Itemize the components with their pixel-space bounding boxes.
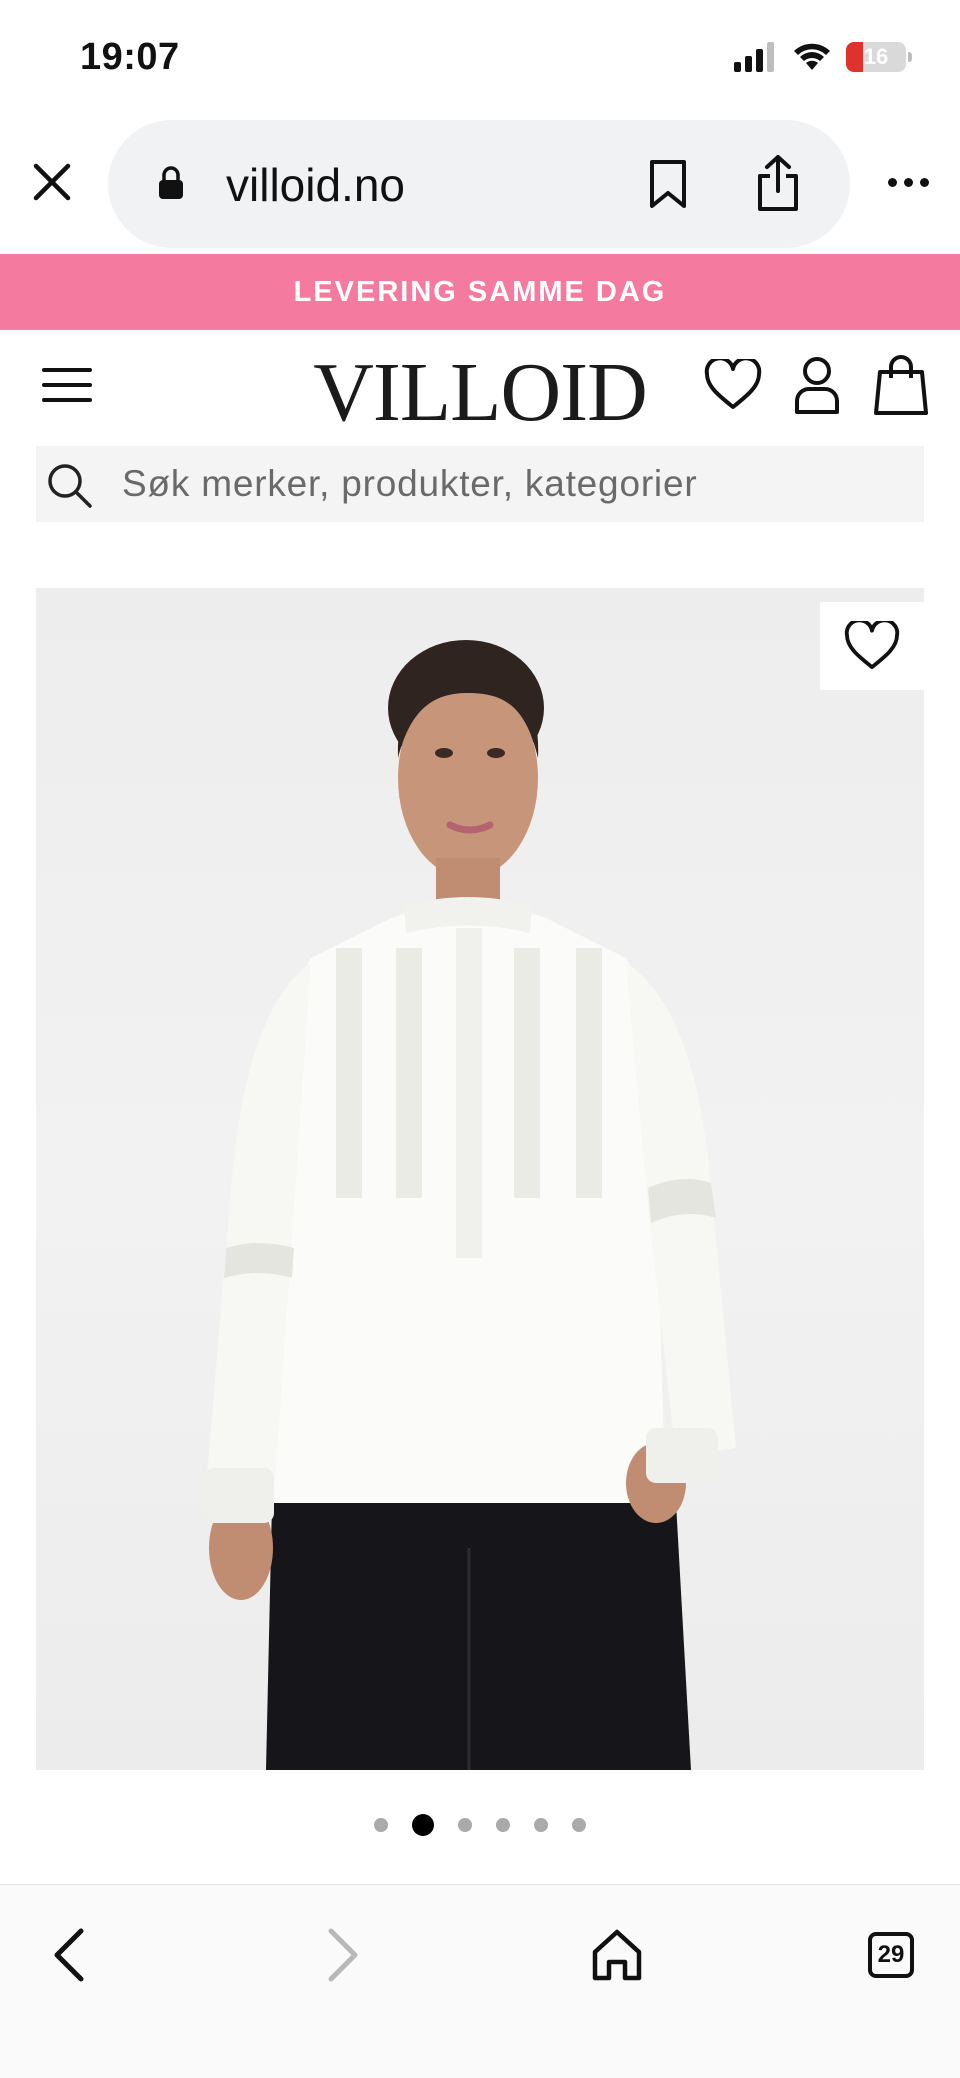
- share-button[interactable]: [746, 150, 810, 216]
- battery-icon: 16: [846, 42, 906, 72]
- carousel-dot[interactable]: [412, 1814, 434, 1836]
- product-wishlist-button[interactable]: [820, 602, 924, 690]
- close-button[interactable]: [24, 154, 80, 210]
- forward-button[interactable]: [308, 1915, 378, 1995]
- carousel-dot[interactable]: [458, 1818, 472, 1832]
- battery-level: 16: [863, 44, 889, 69]
- carousel-dot[interactable]: [496, 1818, 510, 1832]
- lock-icon: [159, 166, 183, 199]
- url-text: villoid.no: [226, 159, 405, 211]
- forward-icon: [328, 1928, 358, 1982]
- promo-text: LEVERING SAMME DAG: [293, 275, 667, 308]
- home-icon: [592, 1929, 642, 1981]
- tabs-button[interactable]: 29: [856, 1915, 926, 1995]
- status-icons: 16: [734, 42, 912, 72]
- back-button[interactable]: [34, 1915, 104, 1995]
- bookmark-button[interactable]: [638, 154, 698, 214]
- url-field[interactable]: villoid.no: [108, 120, 850, 248]
- heart-icon: [704, 359, 762, 409]
- header-actions: [702, 352, 932, 418]
- wishlist-header-button[interactable]: [702, 352, 764, 418]
- search-icon: [48, 464, 92, 508]
- browser-address-bar: villoid.no: [0, 118, 960, 252]
- user-icon: [795, 357, 839, 414]
- account-button[interactable]: [786, 352, 848, 418]
- search-placeholder: Søk merker, produkter, kategorier: [122, 463, 698, 504]
- carousel-dot[interactable]: [374, 1818, 388, 1832]
- more-button[interactable]: [878, 162, 938, 202]
- tab-count: 29: [877, 1941, 905, 1968]
- cellular-signal-icon: [734, 42, 774, 72]
- carousel-dot[interactable]: [534, 1818, 548, 1832]
- product-photo: [204, 640, 736, 1770]
- close-icon: [33, 163, 71, 201]
- cart-button[interactable]: [870, 352, 932, 418]
- carousel-dots: [0, 1810, 960, 1840]
- site-header: VILLOID: [0, 336, 960, 439]
- bookmark-icon: [650, 160, 686, 208]
- search-input[interactable]: Søk merker, produkter, kategorier: [36, 446, 924, 522]
- home-button[interactable]: [582, 1915, 652, 1995]
- menu-button[interactable]: [40, 362, 94, 408]
- site-logo[interactable]: VILLOID: [313, 346, 648, 439]
- back-icon: [54, 1928, 84, 1982]
- carousel-dot[interactable]: [572, 1818, 586, 1832]
- product-image[interactable]: [36, 588, 924, 1770]
- browser-toolbar: 29: [0, 1884, 960, 2078]
- share-icon: [758, 155, 798, 211]
- more-icon: [887, 177, 897, 187]
- heart-icon: [844, 621, 900, 670]
- wifi-icon: [794, 43, 830, 70]
- status-bar: 19:07 16: [0, 0, 960, 110]
- tabs-icon: 29: [868, 1932, 914, 1978]
- promo-banner[interactable]: LEVERING SAMME DAG: [0, 254, 960, 330]
- menu-icon: [42, 368, 92, 372]
- shopping-bag-icon: [874, 355, 928, 415]
- status-time: 19:07: [80, 36, 180, 78]
